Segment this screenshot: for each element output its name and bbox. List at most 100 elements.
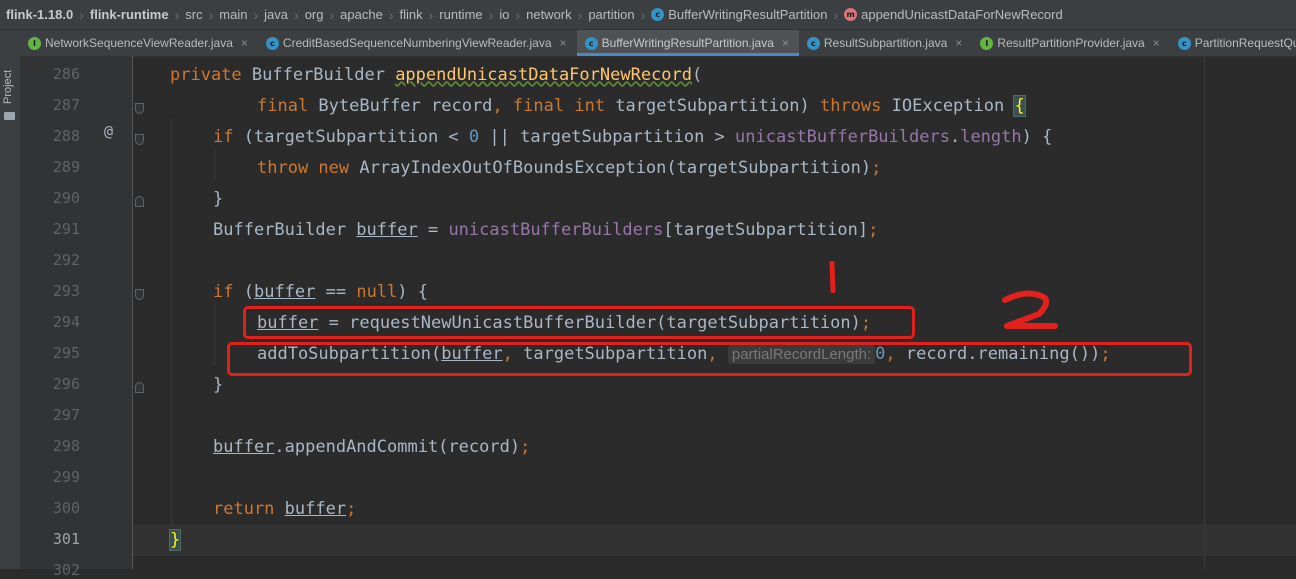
line-number: 298	[52, 437, 80, 455]
code-line-289: throw new ArrayIndexOutOfBoundsException…	[257, 158, 882, 178]
editor-tab-label: CreditBasedSequenceNumberingViewReader.j…	[282, 36, 552, 50]
breadcrumb-item-label: runtime	[439, 7, 483, 22]
breadcrumb-separator-icon: ›	[488, 6, 494, 23]
line-number: 300	[52, 499, 80, 517]
method-icon: m	[844, 8, 858, 21]
breadcrumb-item[interactable]: main	[219, 7, 247, 22]
line-number: 295	[52, 344, 80, 362]
code-line-296: }	[213, 375, 224, 395]
indent-guide	[214, 149, 215, 180]
breadcrumb-item[interactable]: io	[499, 7, 509, 22]
breadcrumb-separator-icon: ›	[833, 6, 839, 23]
editor-tab[interactable]: c PartitionRequestQue	[1170, 30, 1296, 56]
breadcrumb-item-label: flink	[399, 7, 423, 22]
editor-tab[interactable]: c ResultSubpartition.java ×	[799, 30, 972, 56]
close-tab-icon[interactable]: ×	[1153, 36, 1160, 50]
line-number: 291	[52, 220, 80, 238]
project-tool-label[interactable]: Project	[2, 70, 14, 104]
class-icon: c	[265, 36, 279, 50]
editor-tab-label: BufferWritingResultPartition.java	[601, 36, 774, 50]
line-number: 288	[52, 127, 80, 145]
class-icon: c	[1177, 36, 1191, 50]
breadcrumb-separator-icon: ›	[329, 6, 335, 23]
close-tab-icon[interactable]: ×	[782, 36, 789, 50]
interface-icon: I	[980, 36, 994, 50]
editor-tab-label: ResultSubpartition.java	[823, 36, 948, 50]
class-icon: c	[584, 36, 598, 50]
breadcrumb-item[interactable]: org	[305, 7, 324, 22]
editor-tab[interactable]: I NetworkSequenceViewReader.java ×	[20, 30, 258, 56]
close-tab-icon[interactable]: ×	[241, 36, 248, 50]
code-line-286: private BufferBuilder appendUnicastDataF…	[170, 65, 703, 85]
line-number: 301	[52, 530, 80, 548]
line-number: 294	[52, 313, 80, 331]
breadcrumb-item[interactable]: flink-1.18.0	[6, 7, 73, 22]
editor-tab[interactable]: c CreditBasedSequenceNumberingViewReader.…	[258, 30, 577, 56]
close-tab-icon[interactable]: ×	[955, 36, 962, 50]
breadcrumb-item[interactable]: src	[185, 7, 202, 22]
breadcrumb-separator-icon: ›	[253, 6, 259, 23]
override-annotation-marker: @	[104, 122, 114, 140]
breadcrumb-item-label: partition	[588, 7, 635, 22]
annotation-number-1: 1	[829, 261, 836, 293]
code-line-287: final ByteBuffer record, final int targe…	[257, 95, 1026, 117]
breadcrumb-item-label: network	[526, 7, 572, 22]
svg-text:2: 2	[999, 290, 1000, 291]
indent-guide	[214, 304, 215, 366]
breadcrumb-item-label: org	[304, 7, 324, 22]
editor-tab-bar: I NetworkSequenceViewReader.java × c CreditB…	[20, 30, 1296, 57]
breadcrumb-separator-icon: ›	[428, 6, 434, 23]
line-number: 299	[52, 468, 80, 486]
breadcrumb-item[interactable]: partition	[588, 7, 634, 22]
class-icon: c	[651, 8, 665, 21]
project-tool-stripe[interactable]: Project	[0, 30, 21, 569]
indent-guide	[171, 118, 172, 552]
annotation-number-2: 2	[999, 290, 1058, 329]
line-number: 289	[52, 158, 80, 176]
breadcrumb-item[interactable]: java	[264, 7, 288, 22]
code-line-298: buffer.appendAndCommit(record);	[213, 437, 531, 457]
annotation-box-1	[243, 306, 915, 339]
breadcrumb-item[interactable]: c BufferWritingResultPartition	[651, 7, 827, 22]
line-number: 286	[52, 65, 80, 83]
code-line-300: return buffer;	[213, 499, 357, 519]
breadcrumb-item[interactable]: flink-runtime	[90, 7, 169, 22]
code-line-288: if (targetSubpartition < 0 || targetSubp…	[213, 127, 1053, 147]
editor-tab-label: PartitionRequestQue	[1194, 36, 1296, 50]
interface-icon: I	[28, 36, 41, 50]
breadcrumb-item-label: src	[185, 7, 203, 22]
current-line-highlight	[133, 525, 1296, 556]
close-tab-icon[interactable]: ×	[560, 36, 567, 50]
breadcrumb-item-label: appendUnicastDataForNewRecord	[861, 7, 1063, 22]
breadcrumb-item-label: io	[499, 7, 510, 22]
editor-tab[interactable]: I ResultPartitionProvider.java ×	[972, 30, 1169, 56]
breadcrumb-item-label: flink-1.18.0	[6, 7, 74, 22]
breadcrumb-separator-icon: ›	[174, 6, 180, 23]
code-line-290: }	[213, 189, 224, 209]
line-number: 293	[52, 282, 80, 300]
line-number: 297	[52, 406, 80, 424]
breadcrumb: flink-1.18.0 › flink-runtime › src › main › java…	[0, 0, 1296, 30]
class-icon: c	[806, 36, 820, 50]
breadcrumb-item-label: java	[264, 7, 289, 22]
breadcrumb-separator-icon: ›	[577, 6, 583, 23]
line-number: 296	[52, 375, 80, 393]
code-line-291: BufferBuilder buffer = unicastBufferBuil…	[213, 220, 879, 240]
breadcrumb-item[interactable]: network	[526, 7, 572, 22]
editor-tab[interactable]: c BufferWritingResultPartition.java ×	[576, 30, 800, 56]
breadcrumb-separator-icon: ›	[388, 6, 394, 23]
editor-gutter: @ 286 287 288 289 290 291 292 293 294 295 296 297 29…	[20, 56, 144, 579]
line-number: 290	[52, 189, 80, 207]
breadcrumb-separator-icon: ›	[208, 6, 214, 23]
folder-icon	[4, 112, 15, 120]
line-number: 302	[52, 561, 80, 579]
right-margin-guide	[1204, 56, 1205, 569]
editor-tab-label: ResultPartitionProvider.java	[997, 36, 1145, 50]
code-line-293: if (buffer == null) {	[213, 282, 429, 302]
code-line-301: }	[168, 529, 182, 551]
breadcrumb-item[interactable]: flink	[399, 7, 422, 22]
code-editor[interactable]: private BufferBuilder appendUnicastDataF…	[133, 56, 1296, 569]
breadcrumb-item[interactable]: apache	[340, 7, 383, 22]
breadcrumb-item[interactable]: runtime	[439, 7, 482, 22]
breadcrumb-item[interactable]: m appendUnicastDataForNewRecord	[844, 7, 1063, 22]
